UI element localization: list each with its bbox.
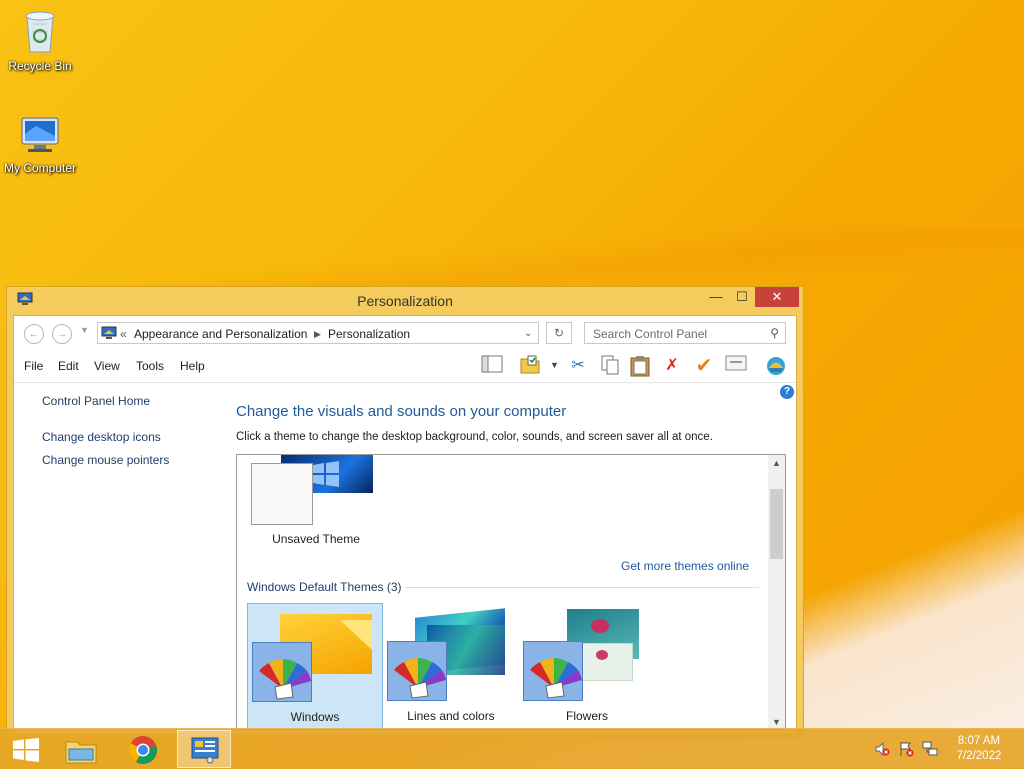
get-more-themes-link[interactable]: Get more themes online [621,559,749,573]
address-bar[interactable]: « Appearance and Personalization ▶ Perso… [97,322,539,344]
scroll-down-icon[interactable]: ▼ [768,717,785,727]
scroll-up-icon[interactable]: ▲ [768,458,785,468]
breadcrumb-personalization[interactable]: Personalization [328,327,410,341]
minimize-button[interactable]: — [703,287,729,307]
desktop-icon-my-computer[interactable]: My Computer [0,114,80,175]
windows-logo-icon [13,738,39,762]
search-input[interactable] [591,325,765,343]
refresh-button[interactable]: ↻ [546,322,572,344]
maximize-button[interactable]: ☐ [729,287,755,307]
flower-decoration [596,650,608,660]
group-divider [405,587,759,588]
address-row: ← → ▼ « Appearance and Personalization ▶… [14,316,796,350]
start-button[interactable] [0,730,54,768]
taskbar: 8:07 AM 7/2/2022 [0,728,1024,769]
page-subheading: Click a theme to change the desktop back… [236,431,713,443]
desktop-wallpaper [0,230,1024,290]
change-mouse-pointers-link[interactable]: Change mouse pointers [42,453,169,467]
windows-theme-decoration [340,620,372,650]
desktop-icon-label: Recycle Bin [8,59,72,73]
color-fan-icon [252,642,312,702]
color-fan-icon [387,641,447,701]
address-overflow-chevron[interactable]: « [120,327,127,341]
unsaved-theme-label: Unsaved Theme [272,532,360,546]
chrome-icon [128,736,158,764]
clock-time: 8:07 AM [957,735,1001,747]
paste-icon[interactable] [628,355,652,377]
system-clock[interactable]: 8:07 AM 7/2/2022 [946,734,1012,764]
speaker-muted-icon[interactable] [874,741,890,757]
menu-view[interactable]: View [94,359,120,373]
checkmark-icon[interactable]: ✔ [692,355,716,377]
breadcrumb-separator-icon[interactable]: ▶ [314,329,321,340]
clock-date: 7/2/2022 [956,750,1002,762]
breadcrumb-appearance[interactable]: Appearance and Personalization [134,327,307,341]
search-box[interactable]: ⚲ [584,322,786,344]
help-icon[interactable]: ? [780,385,794,399]
address-dropdown-icon[interactable]: ⌄ [524,328,532,339]
theme-label-flowers: Flowers [565,709,608,723]
theme-tile-lines-and-colors[interactable]: Lines and colors [383,603,519,729]
control-panel-icon [191,737,219,764]
email-icon[interactable] [724,355,748,377]
forward-button[interactable]: → [52,324,72,344]
window-client: ← → ▼ « Appearance and Personalization ▶… [13,315,797,733]
cut-icon[interactable]: ✂ [566,355,590,377]
change-desktop-icons-link[interactable]: Change desktop icons [42,430,161,444]
scrollbar-thumb[interactable] [770,489,783,559]
unsaved-theme-color-swatch [251,463,313,525]
color-fan-icon [523,641,583,701]
theme-tile-flowers[interactable]: Flowers [519,603,655,729]
page-heading: Change the visuals and sounds on your co… [236,403,567,420]
personalization-window: Personalization — ☐ ✕ ← → ▼ « Appearance… [6,286,804,738]
group-label: Windows Default Themes (3) [247,580,402,594]
themes-scrollbar[interactable]: ▲ ▼ [768,455,785,729]
recycle-bin-icon [25,11,55,53]
menu-file[interactable]: File [24,359,43,373]
properties-dropdown-icon[interactable]: ▼ [550,360,559,370]
title-bar[interactable]: Personalization — ☐ ✕ [7,287,803,315]
refresh-icon: ↻ [553,326,565,340]
theme-tile-windows[interactable]: Windows [247,603,383,729]
taskbar-chrome[interactable] [116,730,170,768]
control-panel-home-link[interactable]: Control Panel Home [42,394,150,408]
close-button[interactable]: ✕ [755,287,799,307]
flowers-theme-layer [581,643,633,681]
menu-help[interactable]: Help [180,359,205,373]
window-title: Personalization [357,293,453,309]
control-panel-icon [101,326,117,339]
main-pane: ? Change the visuals and sounds on your … [214,383,796,733]
menu-edit[interactable]: Edit [58,359,79,373]
shell-icon[interactable] [764,355,788,377]
themes-list[interactable]: Unsaved Theme Get more themes online Win… [236,454,786,730]
preview-pane-icon[interactable] [480,355,504,377]
folder-icon [65,741,97,764]
left-pane: Control Panel Home Change desktop icons … [14,383,214,733]
search-icon: ⚲ [770,326,779,340]
action-center-flag-icon[interactable] [898,741,914,757]
taskbar-file-explorer[interactable] [54,730,108,768]
properties-icon[interactable] [518,355,542,377]
taskbar-control-panel[interactable] [177,730,231,768]
menu-bar: File Edit View Tools Help ▼ ✂ ✗ ✔ [14,350,796,383]
network-icon[interactable] [922,741,938,757]
theme-label-lines-and-colors: Lines and colors [407,709,495,723]
desktop-icon-label: My Computer [3,161,77,175]
desktop-icon-recycle-bin[interactable]: Recycle Bin [0,6,80,73]
copy-icon[interactable] [598,355,622,377]
delete-icon[interactable]: ✗ [660,355,684,377]
theme-label-windows: Windows [290,710,340,724]
recent-locations-icon[interactable]: ▼ [80,325,89,335]
flower-decoration [591,619,609,633]
menu-tools[interactable]: Tools [136,359,164,373]
computer-icon [21,117,59,152]
back-button[interactable]: ← [24,324,44,344]
